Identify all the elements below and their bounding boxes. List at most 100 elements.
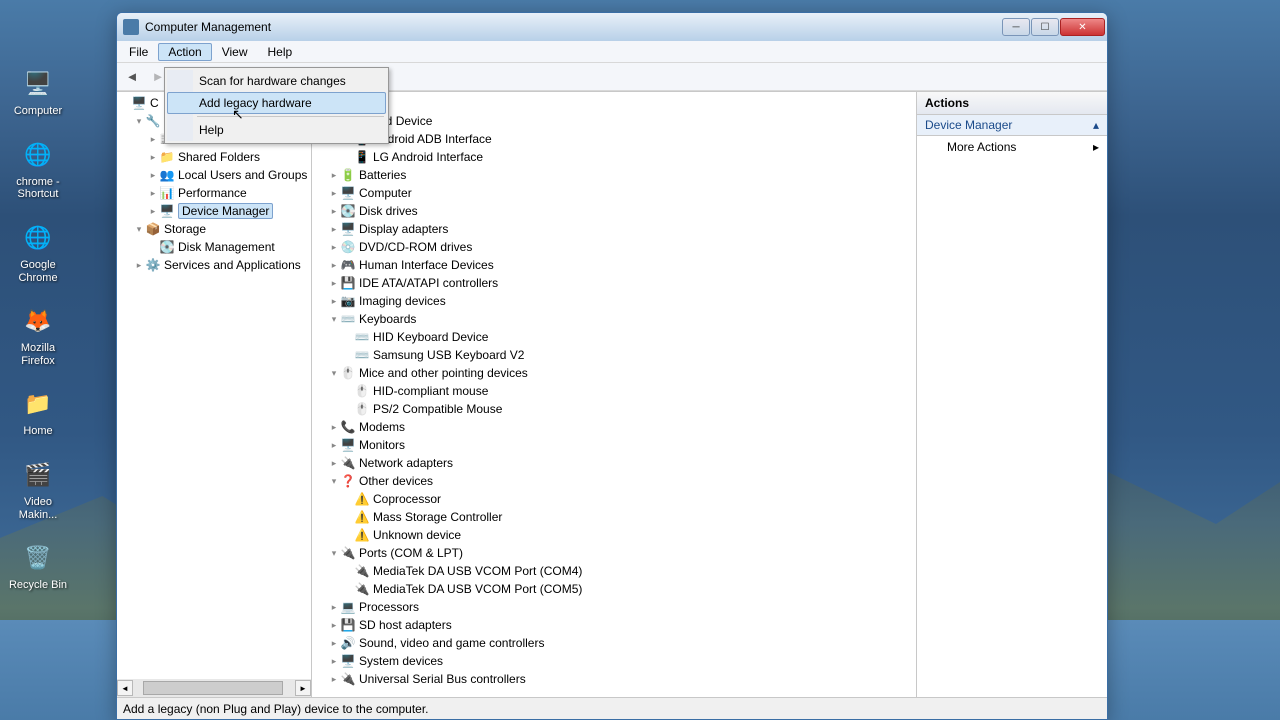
tree-item-storage[interactable]: ▾📦Storage [117,220,311,238]
desktop-icon[interactable]: 🖥️Computer [8,65,68,118]
tree-item-device-manager[interactable]: ▸🖥️Device Manager [117,202,311,220]
desktop-icon[interactable]: 🌐Google Chrome [8,219,68,284]
tree-item-local-users-and-groups[interactable]: ▸👥Local Users and Groups [117,166,311,184]
expander-icon[interactable]: ▸ [147,134,159,145]
menu-action[interactable]: Action [158,43,211,61]
device-icon: 💻 [340,599,356,615]
device-category[interactable]: ▾⌨️Keyboards [312,310,916,328]
device-category[interactable]: ▸🖥️System devices [312,652,916,670]
device-category[interactable]: ▸📞Modems [312,418,916,436]
expander-icon[interactable]: ▸ [328,206,340,217]
desktop-icon[interactable]: 🌐chrome - Shortcut [8,136,68,201]
maximize-button[interactable]: ☐ [1031,18,1059,36]
device-item[interactable]: ⌨️Samsung USB Keyboard V2 [312,346,916,364]
device-item[interactable]: 🖱️HID-compliant mouse [312,382,916,400]
device-category[interactable]: ▸💽Disk drives [312,202,916,220]
device-item[interactable]: 🔌MediaTek DA USB VCOM Port (COM5) [312,580,916,598]
device-category[interactable]: ▸💾IDE ATA/ATAPI controllers [312,274,916,292]
tree-item-performance[interactable]: ▸📊Performance [117,184,311,202]
titlebar[interactable]: Computer Management ─ ☐ ✕ [117,13,1107,41]
expander-icon[interactable]: ▸ [328,278,340,289]
tree-item-shared-folders[interactable]: ▸📁Shared Folders [117,148,311,166]
expander-icon[interactable]: ▸ [328,242,340,253]
expander-icon[interactable]: ▸ [328,656,340,667]
scroll-thumb[interactable] [143,681,283,695]
menu-item[interactable]: Add legacy hardware [167,92,386,114]
device-item[interactable]: 📱Android ADB Interface [312,130,916,148]
device-icon: 🔌 [340,545,356,561]
expander-icon[interactable]: ▾ [328,548,340,559]
expander-icon[interactable]: ▾ [133,224,145,235]
device-category[interactable]: ▸🖥️Monitors [312,436,916,454]
tree-item[interactable]: 💽Disk Management [117,238,311,256]
expander-icon[interactable]: ▸ [328,188,340,199]
expander-icon[interactable]: ▸ [328,260,340,271]
node-icon: 🖥️ [131,95,147,111]
device-category[interactable]: ▸🖥️Display adapters [312,220,916,238]
actions-section[interactable]: Device Manager ▴ [917,115,1107,136]
menu-item[interactable]: Scan for hardware changes [167,70,386,92]
expander-icon[interactable]: ▸ [328,674,340,685]
close-button[interactable]: ✕ [1060,18,1105,36]
menu-help[interactable]: Help [258,43,303,61]
expander-icon[interactable]: ▸ [328,638,340,649]
device-item[interactable]: ⌨️HID Keyboard Device [312,328,916,346]
device-root[interactable]: ▾🖥️PC [312,94,916,112]
device-category[interactable]: ▸🎮Human Interface Devices [312,256,916,274]
desktop-icon[interactable]: 📁Home [8,385,68,438]
expander-icon[interactable]: ▾ [328,476,340,487]
device-category[interactable]: ▸🖥️Computer [312,184,916,202]
device-category[interactable]: ▸💾SD host adapters [312,616,916,634]
minimize-button[interactable]: ─ [1002,18,1030,36]
device-item[interactable]: ⚠️Mass Storage Controller [312,508,916,526]
device-item[interactable]: 📱LG Android Interface [312,148,916,166]
expander-icon[interactable]: ▸ [147,206,159,217]
expander-icon[interactable]: ▸ [328,170,340,181]
device-category[interactable]: ▾🔌Ports (COM & LPT) [312,544,916,562]
device-item[interactable]: 🔌MediaTek DA USB VCOM Port (COM4) [312,562,916,580]
expander-icon[interactable]: ▸ [328,602,340,613]
action-menu-dropdown: Scan for hardware changesAdd legacy hard… [164,67,389,144]
expander-icon[interactable]: ▾ [133,116,145,127]
icon-label: Computer [14,105,62,118]
expander-icon[interactable]: ▾ [328,314,340,325]
device-item[interactable]: ▾📱ndroid Device [312,112,916,130]
expander-icon[interactable]: ▸ [328,620,340,631]
menu-view[interactable]: View [212,43,258,61]
expander-icon[interactable]: ▸ [328,422,340,433]
tree-item-services[interactable]: ▸⚙️Services and Applications [117,256,311,274]
device-category[interactable]: ▸💻Processors [312,598,916,616]
scroll-left-button[interactable]: ◄ [117,680,133,696]
device-category[interactable]: ▸💿DVD/CD-ROM drives [312,238,916,256]
desktop-icon[interactable]: 🗑️Recycle Bin [8,539,68,592]
device-item[interactable]: ⚠️Unknown device [312,526,916,544]
device-category[interactable]: ▸🔋Batteries [312,166,916,184]
expander-icon[interactable]: ▸ [133,260,145,271]
desktop-icons: 🖥️Computer 🌐chrome - Shortcut 🌐Google Chro… [8,65,68,592]
expander-icon[interactable]: ▸ [328,296,340,307]
expander-icon[interactable]: ▸ [147,152,159,163]
device-category[interactable]: ▸📷Imaging devices [312,292,916,310]
device-item[interactable]: ⚠️Coprocessor [312,490,916,508]
desktop-icon[interactable]: 🎬Video Makin... [8,456,68,521]
desktop-icon[interactable]: 🦊Mozilla Firefox [8,302,68,367]
menu-file[interactable]: File [119,43,158,61]
expander-icon[interactable]: ▸ [328,224,340,235]
expander-icon[interactable]: ▾ [328,368,340,379]
menu-item-help[interactable]: Help [167,119,386,141]
scroll-right-button[interactable]: ► [295,680,311,696]
device-category[interactable]: ▾🖱️Mice and other pointing devices [312,364,916,382]
expander-icon[interactable]: ▸ [147,188,159,199]
more-actions-item[interactable]: More Actions ▸ [917,136,1107,158]
device-category[interactable]: ▾❓Other devices [312,472,916,490]
expander-icon[interactable]: ▸ [328,440,340,451]
device-icon: 📱 [354,149,370,165]
expander-icon[interactable]: ▸ [328,458,340,469]
expander-icon[interactable]: ▸ [147,170,159,181]
app-icon [123,19,139,35]
device-category[interactable]: ▸🔌Universal Serial Bus controllers [312,670,916,688]
device-category[interactable]: ▸🔊Sound, video and game controllers [312,634,916,652]
device-category[interactable]: ▸🔌Network adapters [312,454,916,472]
back-button[interactable]: ◄ [121,66,143,88]
device-item[interactable]: 🖱️PS/2 Compatible Mouse [312,400,916,418]
